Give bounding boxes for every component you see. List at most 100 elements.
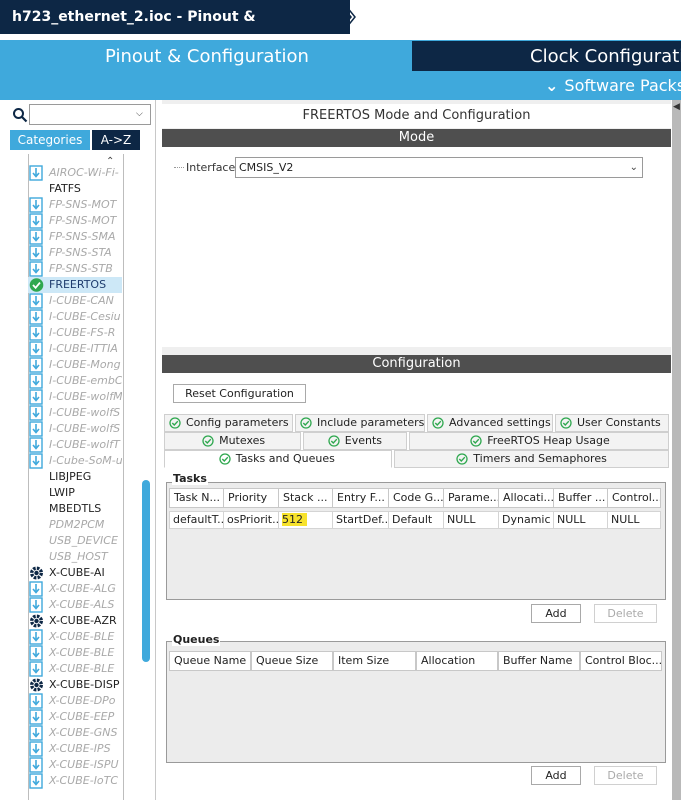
queue-column-header[interactable]: Queue Name [169,651,251,671]
tab-a-to-z[interactable]: A->Z [92,130,140,150]
right-scrollbar[interactable]: ◀ [672,100,681,800]
task-column-header[interactable]: Control... [607,488,661,508]
sidebar-item[interactable]: I-CUBE-Mong [28,357,122,373]
sidebar-item[interactable]: I-CUBE-wolfS [28,405,122,421]
task-column-header[interactable]: Stack ... [278,488,333,508]
sidebar-item[interactable]: I-CUBE-Cesiu [28,309,122,325]
config-tab[interactable]: Mutexes [164,432,301,450]
tab-clock-configuration[interactable]: Clock Configuratio [412,41,681,71]
task-cell[interactable]: osPriorit... [223,511,279,529]
queue-column-header[interactable]: Allocation [416,651,498,671]
sidebar-item[interactable]: I-CUBE-wolfS [28,421,122,437]
chevron-down-icon[interactable]: ⌵ [136,109,143,119]
sidebar-item-label: USB_HOST [49,550,108,563]
software-packs-menu[interactable]: ⌄ Software Packs [545,76,681,95]
task-column-header[interactable]: Entry F... [332,488,389,508]
sidebar-item[interactable]: FREERTOS [28,277,122,293]
reset-configuration-button[interactable]: Reset Configuration [173,384,306,403]
breadcrumb-file[interactable]: h723_ethernet_2.ioc - Pinout & Configura… [0,0,350,59]
task-column-header[interactable]: Priority [223,488,279,508]
interface-select[interactable]: CMSIS_V2 ⌄ [235,157,643,178]
download-icon [29,245,44,261]
mode-header: Mode [162,129,671,147]
queue-column-header[interactable]: Control Bloc... [580,651,662,671]
delete-queue-button[interactable]: Delete [594,766,657,785]
sidebar-item[interactable]: LIBJPEG [28,469,122,485]
queue-column-header[interactable]: Item Size [333,651,416,671]
tab-pinout-configuration[interactable]: Pinout & Configuration [4,40,410,72]
sidebar-item[interactable]: I-CUBE-CAN [28,293,122,309]
queue-column-header[interactable]: Buffer Name [498,651,580,671]
config-tab[interactable]: Tasks and Queues [164,450,392,468]
task-column-header[interactable]: Allocati... [498,488,554,508]
sidebar-item[interactable]: X-CUBE-ALS [28,597,122,613]
download-icon [29,629,44,645]
add-queue-button[interactable]: Add [531,766,581,785]
task-column-header[interactable]: Code G... [388,488,444,508]
sidebar-item[interactable]: X-CUBE-AZR [28,613,122,629]
queues-title: Queues [172,633,221,646]
sidebar-item[interactable]: FP-SNS-STB [28,261,122,277]
sidebar-item[interactable]: FP-SNS-MOT [28,213,122,229]
sidebar-item[interactable]: I-Cube-SoM-u [28,453,122,469]
sidebar-item[interactable]: X-CUBE-IPS [28,741,122,757]
sidebar-item[interactable]: I-CUBE-wolfT [28,437,122,453]
sidebar-item[interactable]: I-CUBE-ITTIA [28,341,122,357]
task-cell[interactable]: NULL [443,511,499,529]
task-cell[interactable]: 512 [278,511,333,529]
sidebar-item[interactable]: X-CUBE-IoTC [28,773,122,789]
task-cell[interactable]: StartDef... [332,511,389,529]
task-column-header[interactable]: Parame... [443,488,499,508]
download-icon [29,293,44,309]
task-cell-value: 512 [282,513,307,526]
add-task-button[interactable]: Add [531,604,581,623]
config-tab[interactable]: Advanced settings [427,414,553,432]
task-cell[interactable]: Default [388,511,444,529]
sidebar-item[interactable]: X-CUBE-DPo [28,693,122,709]
gear-icon [29,677,44,693]
config-tab[interactable]: Config parameters [164,414,293,432]
sidebar-item-label: AIROC-Wi-Fi- [49,166,119,179]
sidebar-item[interactable]: X-CUBE-GNS [28,725,122,741]
search-icon [13,108,28,123]
task-column-header[interactable]: Task N... [169,488,224,508]
sidebar-item[interactable]: FP-SNS-STA [28,245,122,261]
sidebar-item[interactable]: USB_HOST [28,549,122,565]
config-tab[interactable]: Events [303,432,407,450]
sidebar-item[interactable]: X-CUBE-EEP [28,709,122,725]
search-input[interactable] [29,104,151,125]
queue-column-header[interactable]: Queue Size [251,651,333,671]
sidebar-item[interactable]: X-CUBE-BLE [28,629,122,645]
task-cell[interactable]: NULL [607,511,661,529]
sidebar-item[interactable]: I-CUBE-embC [28,373,122,389]
sidebar-item[interactable]: MBEDTLS [28,501,122,517]
sidebar-item[interactable]: FP-SNS-MOT [28,197,122,213]
task-cell[interactable]: NULL [553,511,608,529]
sidebar-item[interactable]: X-CUBE-ISPU [28,757,122,773]
sidebar-item-label: I-CUBE-CAN [49,294,114,307]
sidebar-item[interactable]: X-CUBE-AI [28,565,122,581]
sidebar-item[interactable]: X-CUBE-BLE [28,645,122,661]
sidebar-item[interactable]: X-CUBE-DISP [28,677,122,693]
sidebar-item[interactable]: LWIP [28,485,122,501]
sidebar-item[interactable]: FP-SNS-SMA [28,229,122,245]
sidebar-item[interactable]: I-CUBE-wolfM [28,389,122,405]
sidebar-item[interactable]: FATFS [28,181,122,197]
config-tab[interactable]: User Constants [555,414,669,432]
sidebar-item[interactable]: USB_DEVICE [28,533,122,549]
delete-task-button[interactable]: Delete [594,604,657,623]
config-tab[interactable]: FreeRTOS Heap Usage [409,432,669,450]
config-tab[interactable]: Timers and Semaphores [394,450,669,468]
task-column-header[interactable]: Buffer ... [553,488,608,508]
config-tab[interactable]: Include parameters [295,414,425,432]
download-icon [29,341,44,357]
tab-categories[interactable]: Categories [10,130,90,150]
task-cell[interactable]: Dynamic [498,511,554,529]
sidebar-scrollbar[interactable] [142,480,150,662]
task-cell[interactable]: defaultT... [169,511,224,529]
sidebar-item[interactable]: X-CUBE-BLE [28,661,122,677]
sidebar-item[interactable]: I-CUBE-FS-R [28,325,122,341]
sidebar-item[interactable]: AIROC-Wi-Fi- [28,165,122,181]
sidebar-item[interactable]: X-CUBE-ALG [28,581,122,597]
sidebar-item[interactable]: PDM2PCM [28,517,122,533]
